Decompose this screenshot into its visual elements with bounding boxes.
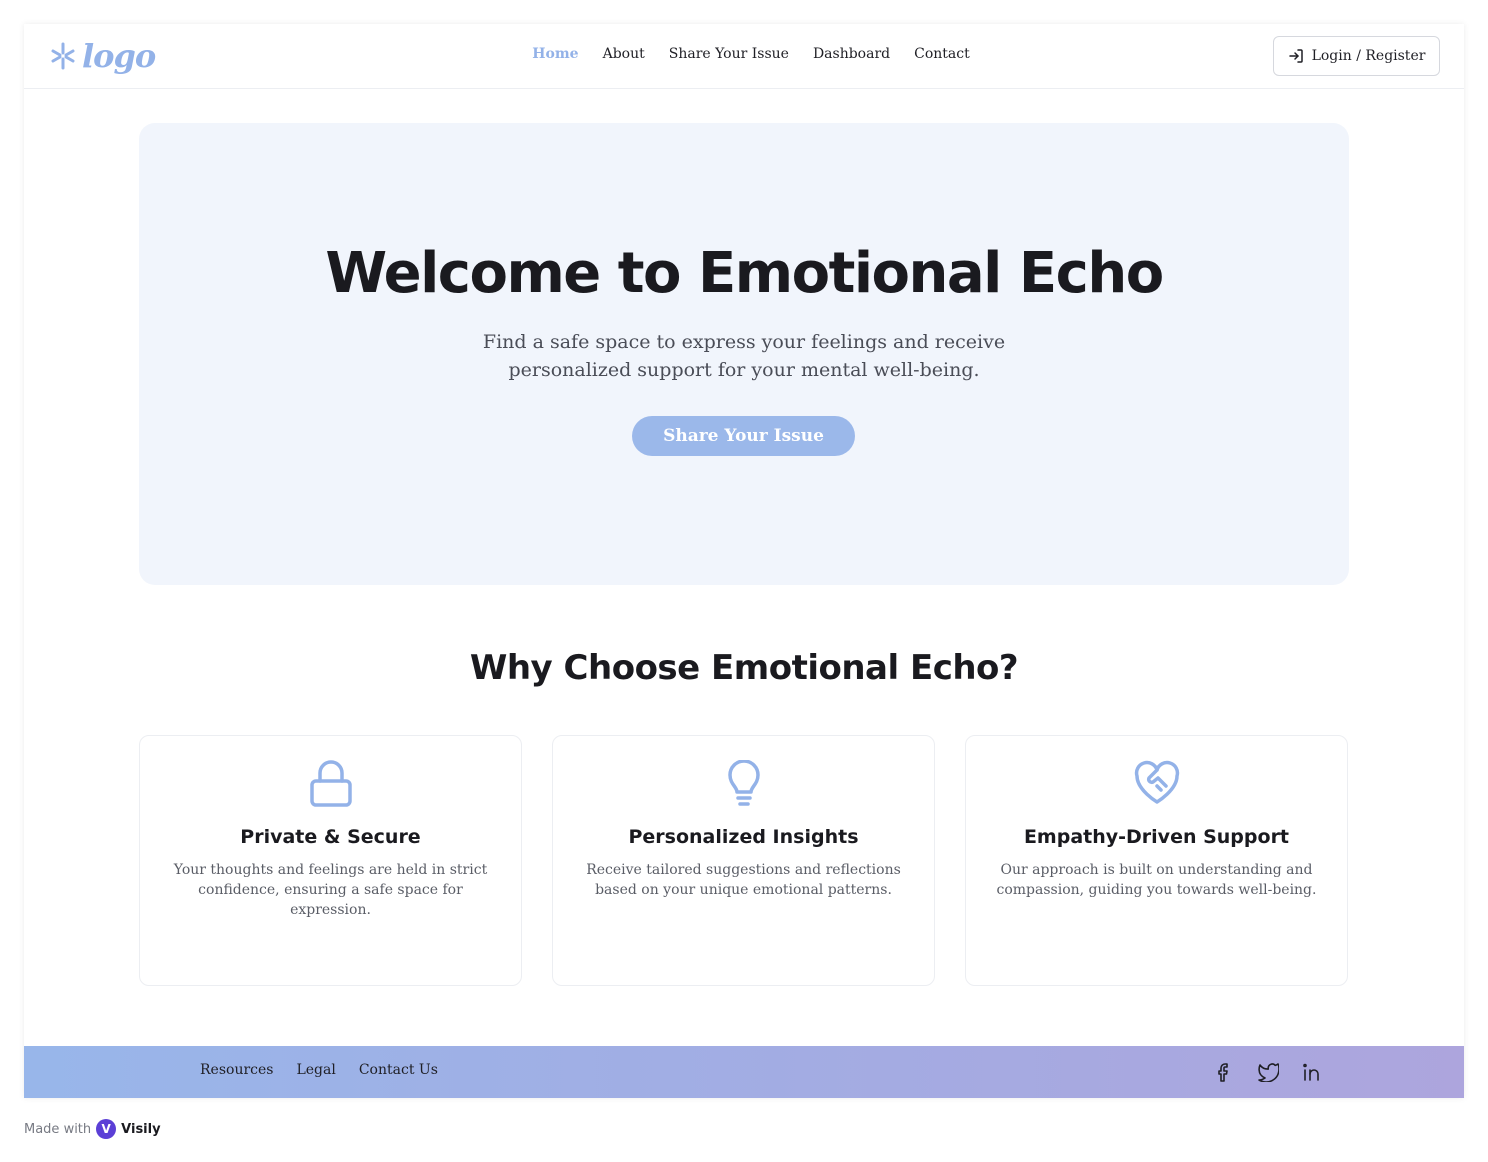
footer-links: Resources Legal Contact Us: [200, 1062, 438, 1078]
feature-card-description: Our approach is built on understanding a…: [996, 862, 1317, 898]
social-links: [1212, 1060, 1324, 1084]
feature-card-empathy-driven-support: Empathy-Driven Support Our approach is b…: [965, 735, 1348, 986]
heart-handshake-icon: [1134, 760, 1179, 804]
footer-link-resources[interactable]: Resources: [200, 1062, 273, 1078]
feature-card-personalized-insights: Personalized Insights Receive tailored s…: [552, 735, 935, 986]
top-header: logo Home About Share Your Issue Dashboa…: [24, 24, 1464, 89]
nav-share-your-issue[interactable]: Share Your Issue: [669, 46, 789, 62]
feature-card-private-secure: Private & Secure Your thoughts and feeli…: [139, 735, 522, 986]
feature-card-title: Personalized Insights: [628, 826, 859, 848]
feature-card-title: Private & Secure: [240, 826, 421, 848]
facebook-icon[interactable]: [1212, 1060, 1236, 1084]
feature-card-description: Receive tailored suggestions and reflect…: [586, 862, 901, 898]
made-with-badge[interactable]: Made with V Visily: [24, 1119, 161, 1139]
login-register-label: Login / Register: [1311, 48, 1426, 64]
login-register-button[interactable]: Login / Register: [1273, 36, 1440, 76]
hero-title: Welcome to Emotional Echo: [325, 241, 1164, 306]
lock-icon: [309, 760, 352, 807]
main-nav: Home About Share Your Issue Dashboard Co…: [24, 46, 1464, 62]
nav-contact[interactable]: Contact: [914, 46, 970, 62]
feature-cards: Private & Secure Your thoughts and feeli…: [139, 735, 1349, 986]
login-icon: [1288, 49, 1303, 63]
feature-card-description: Your thoughts and feelings are held in s…: [173, 862, 488, 918]
footer-link-contact-us[interactable]: Contact Us: [359, 1062, 438, 1078]
hero-section: Welcome to Emotional Echo Find a safe sp…: [139, 123, 1349, 585]
visily-logo-icon: V: [96, 1119, 117, 1139]
nav-about[interactable]: About: [603, 46, 645, 62]
made-with-label: Made with: [24, 1121, 92, 1137]
footer: Resources Legal Contact Us: [24, 1046, 1464, 1098]
visily-brand: Visily: [121, 1121, 161, 1137]
features-title: Why Choose Emotional Echo?: [469, 648, 1019, 688]
feature-card-title: Empathy-Driven Support: [1023, 826, 1290, 848]
page-frame: logo Home About Share Your Issue Dashboa…: [24, 24, 1464, 1098]
footer-link-legal[interactable]: Legal: [296, 1062, 335, 1078]
twitter-icon[interactable]: [1256, 1060, 1280, 1084]
share-your-issue-button[interactable]: Share Your Issue: [632, 416, 855, 456]
hero-subtitle: Find a safe space to express your feelin…: [482, 331, 1006, 381]
linkedin-icon[interactable]: [1300, 1060, 1324, 1084]
nav-dashboard[interactable]: Dashboard: [813, 46, 890, 62]
lightbulb-icon: [727, 760, 760, 806]
nav-home[interactable]: Home: [532, 46, 578, 62]
